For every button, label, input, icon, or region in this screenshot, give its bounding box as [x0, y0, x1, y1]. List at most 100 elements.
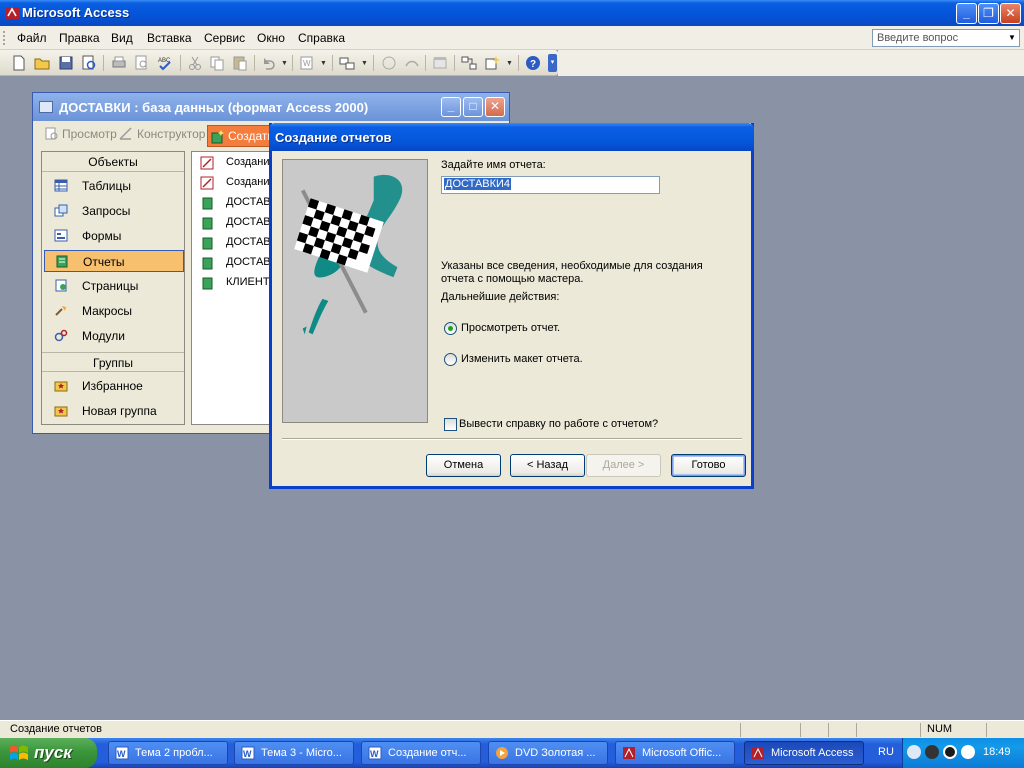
menu-help[interactable]: Справка: [298, 31, 345, 45]
object-queries[interactable]: Запросы: [44, 200, 184, 222]
object-pages[interactable]: Страницы: [44, 275, 184, 297]
back-button[interactable]: < Назад: [510, 454, 585, 477]
task-button[interactable]: W Тема 3 - Micro...: [234, 741, 354, 765]
designer-button[interactable]: Конструктор: [137, 127, 205, 141]
radio-preview-report[interactable]: [444, 322, 457, 335]
spelling-icon[interactable]: ABC: [156, 54, 174, 72]
svg-text:?: ?: [530, 59, 536, 70]
list-item[interactable]: ДОСТАВ: [196, 214, 270, 232]
option-modify-label[interactable]: Изменить макет отчета.: [461, 353, 583, 365]
database-window-titlebar[interactable]: ДОСТАВКИ : база данных (формат Access 20…: [33, 93, 509, 121]
relationships-icon[interactable]: [460, 54, 478, 72]
group-label: Новая группа: [82, 404, 157, 418]
preview-button[interactable]: Просмотр: [62, 127, 117, 141]
close-button[interactable]: ✕: [1000, 3, 1021, 24]
object-reports[interactable]: Отчеты: [44, 250, 184, 272]
help-icon[interactable]: ?: [524, 54, 542, 72]
menu-edit[interactable]: Правка: [59, 31, 100, 45]
access-key-icon: [5, 7, 19, 19]
undo-icon[interactable]: [259, 54, 277, 72]
restore-button[interactable]: ❐: [978, 3, 999, 24]
task-button[interactable]: W Тема 2 пробл...: [108, 741, 228, 765]
file-search-icon[interactable]: [80, 54, 98, 72]
db-maximize-button[interactable]: □: [463, 97, 483, 117]
dialog-separator: [282, 438, 742, 440]
report-name-input[interactable]: ДОСТАВКИ4: [441, 176, 660, 194]
analyze-icon[interactable]: [338, 54, 356, 72]
db-close-button[interactable]: ✕: [485, 97, 505, 117]
group-favorites[interactable]: Избранное: [44, 375, 184, 397]
help-checkbox[interactable]: [444, 418, 457, 431]
group-label: Избранное: [82, 379, 143, 393]
list-item[interactable]: Создани: [196, 154, 270, 172]
status-cell: [986, 723, 1016, 737]
help-checkbox-label[interactable]: Вывести справку по работе с отчетом?: [459, 418, 658, 430]
ask-question-box[interactable]: Введите вопрос ▼: [872, 29, 1020, 47]
dialog-titlebar[interactable]: Создание отчетов: [269, 123, 754, 151]
object-label: Формы: [82, 229, 122, 243]
start-button[interactable]: пуск: [0, 738, 97, 768]
open-folder-icon[interactable]: [33, 54, 51, 72]
menu-window[interactable]: Окно: [257, 31, 285, 45]
option-preview-label[interactable]: Просмотреть отчет.: [461, 322, 560, 334]
list-item[interactable]: КЛИЕНТ: [196, 274, 270, 292]
groups-header[interactable]: Группы: [42, 352, 184, 372]
task-label: Microsoft Access: [771, 747, 854, 759]
tray-expand-icon[interactable]: [907, 745, 921, 759]
task-button[interactable]: Microsoft Offic...: [615, 741, 735, 765]
tray-antivirus-icon[interactable]: [961, 745, 975, 759]
save-icon[interactable]: [57, 54, 75, 72]
cancel-button[interactable]: Отмена: [426, 454, 501, 477]
task-button[interactable]: DVD Золотая ...: [488, 741, 608, 765]
object-forms[interactable]: Формы: [44, 225, 184, 247]
new-object-icon[interactable]: [483, 54, 501, 72]
task-button-active[interactable]: Microsoft Access: [744, 741, 864, 765]
menu-insert[interactable]: Вставка: [147, 31, 192, 45]
list-item[interactable]: ДОСТАВ: [196, 194, 270, 212]
menubar-grip[interactable]: [3, 31, 6, 45]
media-player-icon: [496, 747, 508, 759]
objects-header[interactable]: Объекты: [42, 152, 184, 172]
menu-file[interactable]: Файл: [17, 31, 47, 45]
db-minimize-button[interactable]: _: [441, 97, 461, 117]
finish-button[interactable]: Готово: [671, 454, 746, 477]
copy-icon[interactable]: [208, 54, 226, 72]
report-icon: [202, 277, 213, 290]
svg-text:W: W: [370, 749, 379, 759]
object-macros[interactable]: Макросы: [44, 300, 184, 322]
create-button[interactable]: Создать: [207, 125, 277, 147]
chevron-down-icon[interactable]: ▼: [1005, 30, 1019, 46]
menu-view[interactable]: Вид: [111, 31, 133, 45]
list-item-label: Создани: [226, 176, 270, 188]
properties-icon[interactable]: [431, 54, 449, 72]
toolbar-options-icon[interactable]: ▾: [548, 54, 557, 72]
list-item[interactable]: ДОСТАВ: [196, 234, 270, 252]
paste-icon[interactable]: [231, 54, 249, 72]
object-modules[interactable]: Модули: [44, 325, 184, 347]
code-icon[interactable]: [380, 54, 398, 72]
objects-panel: Объекты Таблицы Запросы Формы Отчеты Стр…: [41, 151, 185, 425]
print-preview-icon[interactable]: [133, 54, 151, 72]
minimize-button[interactable]: _: [956, 3, 977, 24]
task-button[interactable]: W Создание отч...: [361, 741, 481, 765]
group-new[interactable]: Новая группа: [44, 400, 184, 422]
tray-speaker-icon[interactable]: [925, 745, 939, 759]
print-icon[interactable]: [110, 54, 128, 72]
system-tray: 18:49: [902, 738, 1024, 768]
report-icon: [202, 237, 213, 250]
object-label: Таблицы: [82, 179, 132, 193]
tray-media-icon[interactable]: [943, 745, 957, 759]
list-item[interactable]: ДОСТАВ: [196, 254, 270, 272]
next-button[interactable]: Далее >: [586, 454, 661, 477]
office-links-icon[interactable]: W: [298, 54, 316, 72]
list-item[interactable]: Создани: [196, 174, 270, 192]
task-label: Тема 3 - Micro...: [261, 747, 342, 759]
language-indicator[interactable]: RU: [878, 746, 894, 758]
access-app-icon: [752, 747, 764, 759]
radio-modify-layout[interactable]: [444, 353, 457, 366]
new-document-icon[interactable]: [10, 54, 28, 72]
cut-icon[interactable]: [186, 54, 204, 72]
object-tables[interactable]: Таблицы: [44, 175, 184, 197]
script-icon[interactable]: [403, 54, 421, 72]
menu-tools[interactable]: Сервис: [204, 31, 245, 45]
